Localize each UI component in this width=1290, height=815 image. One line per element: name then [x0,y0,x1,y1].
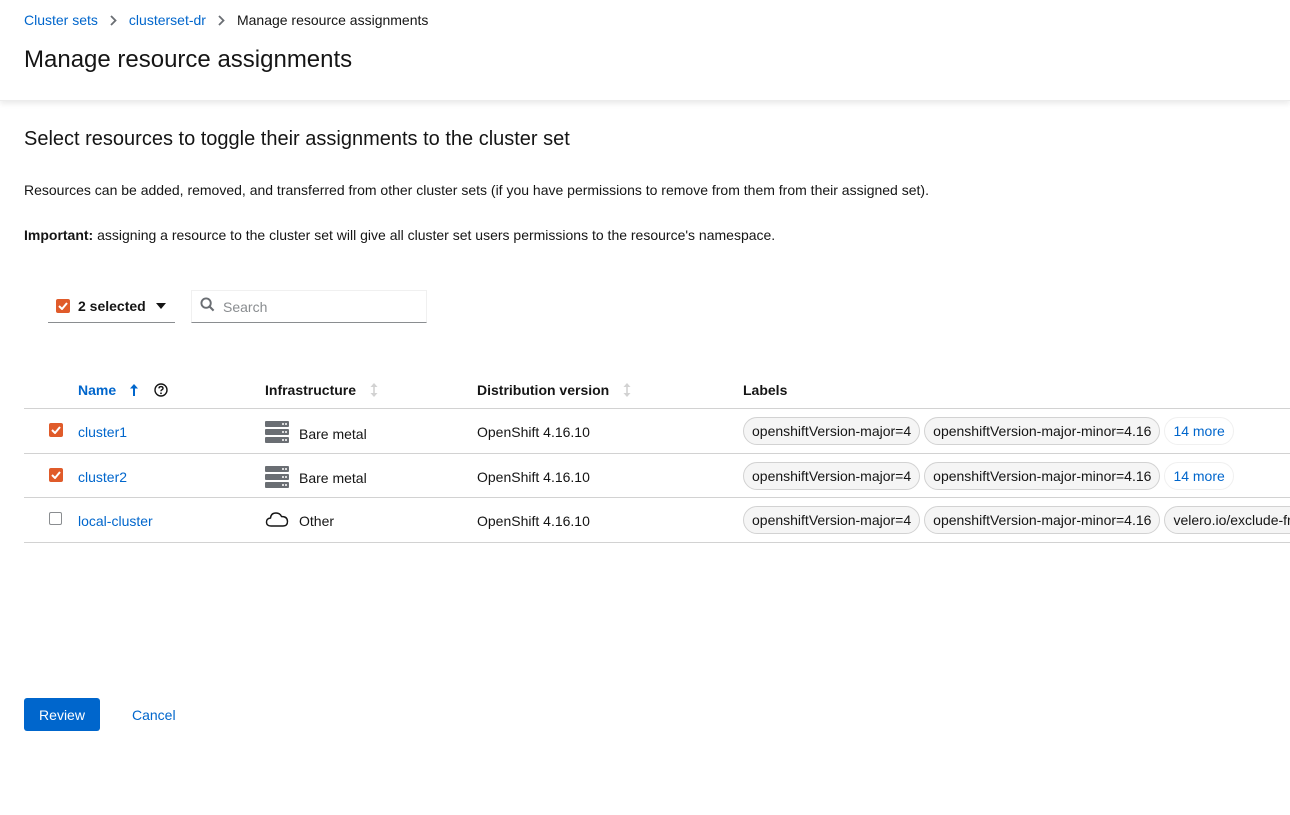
table-row: local-cluster Other OpenShift 4.16.10 op… [24,498,1290,543]
label-chip: openshiftVersion-major-minor=4.16 [924,417,1161,445]
infrastructure-text: Bare metal [299,425,367,442]
distribution-version: OpenShift 4.16.10 [477,468,590,485]
more-labels-button[interactable]: 14 more [1164,417,1234,445]
chevron-right-icon [110,14,117,26]
table-row: cluster2 Bare metal OpenShift 4.16.10 op… [24,454,1290,498]
label-chip: openshiftVersion-major=4 [743,417,921,445]
cluster-name-link[interactable]: cluster2 [78,469,127,485]
infrastructure-text: Bare metal [299,470,367,486]
breadcrumb: Cluster sets clusterset-dr Manage resour… [24,12,428,28]
column-header-distribution-label: Distribution version [477,382,610,398]
bulk-select-label: 2 selected [78,298,146,314]
label-chip: openshiftVersion-major=4 [743,506,921,534]
resource-table: Name Infrastructure Distribution version… [24,370,1290,543]
cloud-icon [265,510,289,531]
caret-down-icon[interactable] [155,303,166,309]
more-labels-button[interactable]: 14 more [1164,461,1234,490]
help-icon[interactable] [154,383,168,397]
infrastructure-text: Other [299,512,335,529]
search-input[interactable] [223,298,413,315]
breadcrumb-link-cluster-sets[interactable]: Cluster sets [24,12,98,28]
labels-cell: openshiftVersion-major=4 openshiftVersio… [743,417,1290,445]
infrastructure-cell: Other [265,510,334,531]
search-icon [200,296,215,317]
toolbar: 2 selected [48,290,427,323]
row-checkbox[interactable] [49,467,63,482]
label-chip: openshiftVersion-major-minor=4.16 [924,506,1161,534]
section-title: Select resources to toggle their assignm… [24,128,570,150]
column-header-infrastructure[interactable]: Infrastructure [265,382,378,398]
label-chip: openshiftVersion-major-minor=4.16 [924,461,1161,490]
distribution-version: OpenShift 4.16.10 [477,424,590,440]
review-button[interactable]: Review [24,698,100,731]
table-row: cluster1 Bare metal OpenShift 4.16.10 op… [24,409,1290,454]
sort-icon[interactable] [370,383,378,397]
chevron-right-icon [218,14,225,26]
labels-cell: openshiftVersion-major=4 openshiftVersio… [743,461,1290,490]
page-title: Manage resource assignments [24,46,353,73]
bulk-select-checkbox[interactable] [56,299,70,313]
row-checkbox[interactable] [49,423,63,437]
cancel-button[interactable]: Cancel [132,707,176,723]
important-text: assigning a resource to the cluster set … [93,227,776,243]
table-header: Name Infrastructure Distribution version… [24,370,1290,409]
infrastructure-cell: Bare metal [265,465,367,491]
server-icon [265,421,289,446]
column-header-distribution[interactable]: Distribution version [477,382,631,398]
form-actions: Review Cancel [24,698,176,731]
distribution-version: OpenShift 4.16.10 [477,513,590,529]
bulk-select-dropdown[interactable]: 2 selected [48,290,175,323]
column-header-labels: Labels [743,382,788,398]
search-box [191,290,427,323]
column-header-name[interactable]: Name [78,382,168,398]
column-header-infrastructure-label: Infrastructure [265,382,357,398]
cluster-name-link[interactable]: local-cluster [78,513,153,529]
labels-cell: openshiftVersion-major=4 openshiftVersio… [743,506,1290,534]
important-label: Important: [24,227,94,243]
label-chip: openshiftVersion-major=4 [743,461,921,490]
breadcrumb-link-clusterset[interactable]: clusterset-dr [129,12,206,28]
row-checkbox[interactable] [49,512,62,525]
important-note: Important: assigning a resource to the c… [24,227,775,243]
sort-icon[interactable] [623,383,631,397]
column-header-name-label: Name [78,382,117,398]
server-icon [265,465,289,491]
cluster-name-link[interactable]: cluster1 [78,424,127,440]
page-header: Cluster sets clusterset-dr Manage resour… [0,0,1290,101]
description-text: Resources can be added, removed, and tra… [24,182,929,198]
sort-ascending-icon[interactable] [130,384,139,396]
infrastructure-cell: Bare metal [265,421,367,446]
label-chip: velero.io/exclude-from-backup=true [1164,506,1290,534]
breadcrumb-current: Manage resource assignments [236,12,429,28]
